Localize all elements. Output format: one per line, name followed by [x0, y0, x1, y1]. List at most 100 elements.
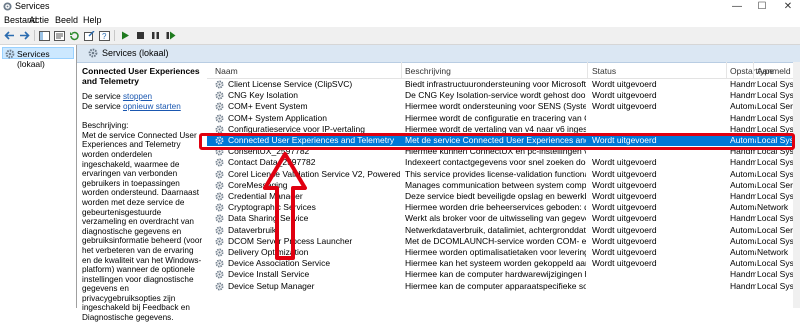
row-cell-status: Wordt uitgevoerd: [592, 213, 657, 224]
gear-icon: [88, 48, 98, 60]
column-divider[interactable]: [753, 62, 754, 78]
gear-icon: [5, 49, 15, 61]
column-header-row: Naam Beschrijving Status Opstarttype Aan…: [207, 62, 800, 79]
column-header-name[interactable]: Naam: [215, 66, 238, 76]
row-cell-name: Dataverbruik: [228, 224, 277, 235]
annotation-arrow-icon: [263, 152, 307, 260]
row-cell-description: Netwerkdataverbruik, datalimiet, achterg…: [405, 224, 586, 235]
services-app-icon: [3, 2, 12, 11]
row-cell-startup-type: Handmatig ...: [730, 269, 756, 280]
row-cell-name: Client License Service (ClipSVC): [228, 79, 353, 89]
row-cell-startup-type: Automatisch: [730, 168, 756, 179]
row-cell-description: Indexeert contactgegevens voor snel zoek…: [405, 157, 586, 168]
column-header-log-on-as[interactable]: Aanmeld: [757, 66, 791, 76]
row-cell-description: Biedt infrastructuurondersteuning voor M…: [405, 79, 586, 89]
row-cell-status: Wordt uitgevoerd: [592, 191, 657, 201]
row-cell-startup-type: Automatisch: [730, 202, 756, 213]
column-divider[interactable]: [401, 62, 402, 78]
menu-actie[interactable]: Actie: [29, 15, 49, 25]
table-row[interactable]: Client License Service (ClipSVC) Biedt in…: [207, 79, 800, 90]
row-cell-startup-type: Handmatig: [730, 157, 756, 168]
row-cell-description: Deze service biedt beveiligde opslag en …: [405, 191, 586, 201]
row-cell-startup-type: Automatisch: [730, 258, 756, 269]
back-arrow-icon[interactable]: [3, 29, 16, 42]
row-cell-name: DCOM Server Process Launcher: [228, 235, 353, 246]
row-cell-name: COM+ System Application: [228, 112, 327, 123]
row-cell-status: Wordt uitgevoerd: [592, 179, 657, 190]
row-cell-startup-type: Handmatig ...: [730, 280, 756, 291]
row-cell-name: CoreMessaging: [228, 179, 288, 190]
show-hide-tree-icon[interactable]: [38, 29, 51, 42]
forward-arrow-icon[interactable]: [18, 29, 31, 42]
row-cell-startup-type: Handmatig: [730, 112, 756, 123]
table-row[interactable]: Device Install Service Hiermee kan de com…: [207, 269, 800, 280]
row-cell-name: COM+ Event System: [228, 101, 308, 112]
row-cell-description: Hiermee wordt de configuratie en traceri…: [405, 112, 586, 123]
vertical-scrollbar[interactable]: [793, 62, 800, 308]
column-divider[interactable]: [587, 62, 588, 78]
column-header-description[interactable]: Beschrijving: [405, 66, 451, 76]
stop-service-icon[interactable]: [134, 29, 147, 42]
row-cell-name: Data Sharing Service: [228, 213, 309, 224]
row-cell-description: Hiermee worden drie beheerservices gebod…: [405, 202, 586, 213]
table-row[interactable]: COM+ System Application Hiermee wordt de …: [207, 113, 800, 124]
row-cell-description: Met de DCOMLAUNCH-service worden COM- en…: [405, 235, 586, 246]
column-header-status[interactable]: Status: [592, 66, 616, 76]
row-cell-description: Werkt als broker voor de uitwisseling va…: [405, 213, 586, 224]
menu-help[interactable]: Help: [83, 15, 102, 25]
menu-beeld[interactable]: Beeld: [55, 15, 78, 25]
row-cell-name: Credential Manager: [228, 191, 303, 201]
row-cell-status: Wordt uitgevoerd: [592, 224, 657, 235]
row-cell-name: Device Setup Manager: [228, 280, 315, 291]
row-cell-startup-type: Handmatig ...: [730, 79, 756, 89]
row-cell-description: De CNG Key Isolation-service wordt gehos…: [405, 90, 586, 101]
svg-text:?: ?: [102, 32, 107, 41]
toolbar-separator: [114, 30, 115, 41]
restart-service-link[interactable]: opnieuw starten: [123, 102, 181, 111]
console-tree: Services (lokaal): [0, 45, 77, 308]
description-pane: Connected User Experiences and Telemetry…: [82, 66, 204, 323]
menu-bar: Bestand Actie Beeld Help: [0, 14, 800, 27]
close-button[interactable]: ✕: [779, 0, 797, 14]
row-cell-name: Corel License Validation Service V2, Pow…: [228, 168, 400, 179]
properties-icon[interactable]: [53, 29, 66, 42]
row-cell-startup-type: Automatisch: [730, 247, 756, 257]
export-list-icon[interactable]: [83, 29, 96, 42]
row-cell-startup-type: Automatisch: [730, 224, 756, 235]
gear-icon: [215, 282, 224, 294]
panel-header: Services (lokaal): [77, 45, 800, 63]
pause-service-icon[interactable]: [149, 29, 162, 42]
toolbar: ?: [0, 27, 800, 45]
maximize-button[interactable]: ☐: [753, 0, 771, 14]
row-cell-description: This service provides license-validation…: [405, 168, 586, 179]
table-row[interactable]: COM+ Event System Hiermee wordt ondersteu…: [207, 101, 800, 112]
row-cell-name: Device Association Service: [228, 258, 331, 269]
selected-service-name: Connected User Experiences and Telemetry: [82, 66, 200, 86]
row-cell-status: Wordt uitgevoerd: [592, 79, 657, 89]
help-icon[interactable]: ?: [98, 29, 111, 42]
action-prefix: De service: [82, 101, 123, 111]
row-cell-startup-type: Handmatig: [730, 191, 756, 201]
row-cell-status: Wordt uitgevoerd: [592, 101, 657, 112]
tree-node-services-local[interactable]: Services (lokaal): [2, 47, 74, 69]
table-row[interactable]: Device Setup Manager Hiermee kan de compu…: [207, 281, 800, 292]
stop-service-link[interactable]: stoppen: [123, 92, 152, 101]
description-label: Beschrijving:: [82, 121, 129, 131]
minimize-button[interactable]: —: [728, 0, 746, 14]
toolbar-separator: [34, 30, 35, 41]
row-cell-description: Hiermee wordt ondersteuning voor SENS (S…: [405, 101, 586, 112]
panel-header-title: Services (lokaal): [102, 48, 169, 58]
refresh-icon[interactable]: [68, 29, 81, 42]
row-cell-status: Wordt uitgevoerd: [592, 247, 657, 257]
row-cell-status: Wordt uitgevoerd: [592, 258, 657, 269]
start-service-icon[interactable]: [119, 29, 132, 42]
table-row[interactable]: CNG Key Isolation De CNG Key Isolation-se…: [207, 90, 800, 101]
column-divider[interactable]: [726, 62, 727, 78]
restart-service-icon[interactable]: [164, 29, 177, 42]
row-cell-status: Wordt uitgevoerd: [592, 90, 657, 101]
action-prefix: De service: [82, 92, 123, 101]
row-cell-status: Wordt uitgevoerd: [592, 235, 657, 246]
row-cell-status: Wordt uitgevoerd: [592, 157, 657, 168]
row-cell-startup-type: Automatisch: [730, 101, 756, 112]
row-cell-startup-type: Handmatig ...: [730, 90, 756, 101]
